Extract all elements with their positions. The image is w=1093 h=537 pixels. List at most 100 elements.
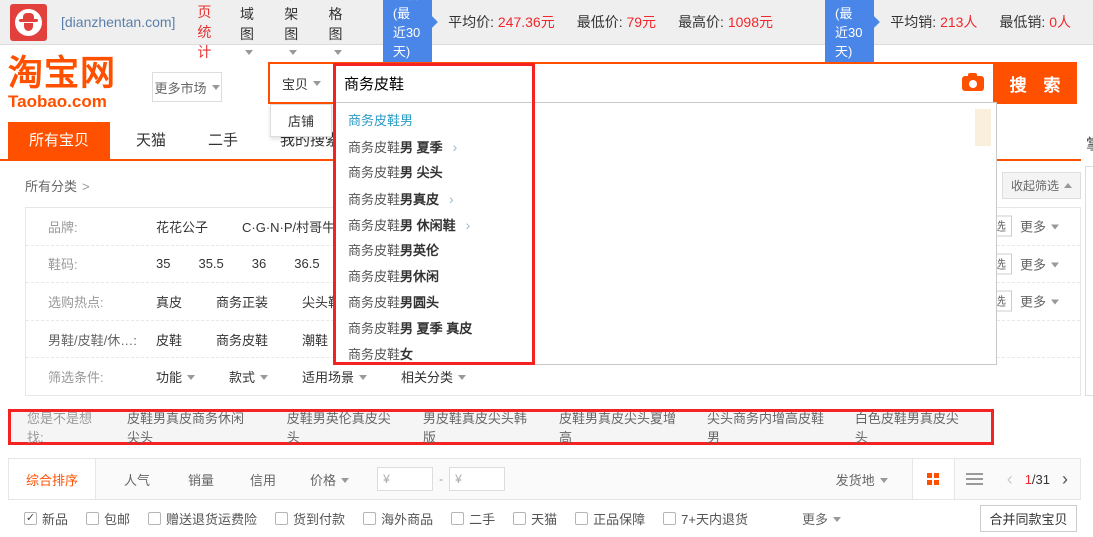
search-suggestion[interactable]: 商务皮鞋男英伦 xyxy=(336,238,996,264)
chevron-down-icon xyxy=(458,375,466,380)
filter-value[interactable]: 35.5 xyxy=(198,256,223,271)
region-chart-menu[interactable]: 区域图 xyxy=(240,0,258,60)
sidebar-partial-text: 掌 xyxy=(1086,133,1093,151)
chevron-right-icon: › xyxy=(453,139,458,155)
search-suggestion[interactable]: 商务皮鞋男 xyxy=(336,108,996,134)
next-page-button[interactable]: › xyxy=(1062,469,1068,490)
more-link[interactable]: 更多 xyxy=(1020,217,1059,236)
search-suggestions-dropdown: 商务皮鞋男 商务皮鞋男 夏季› 商务皮鞋男 尖头 商务皮鞋男真皮› 商务皮鞋男 … xyxy=(335,102,997,365)
checkbox-icon[interactable] xyxy=(148,512,161,525)
service-checkbox-secondhand[interactable]: 二手 xyxy=(451,509,495,528)
search-type-option-shop[interactable]: 店铺 xyxy=(270,104,332,137)
price-chart-menu[interactable]: 价格图 xyxy=(329,0,347,60)
filter-value[interactable]: 商务正装 xyxy=(216,292,268,311)
filter-value[interactable]: 36.5 xyxy=(294,256,319,271)
checkbox-icon[interactable] xyxy=(663,512,676,525)
page-stats-link[interactable]: 本页统计 xyxy=(197,0,216,62)
related-term[interactable]: 尖头商务内增高皮鞋男 xyxy=(707,408,825,446)
detective-icon xyxy=(15,9,42,36)
filter-value[interactable]: 商务皮鞋 xyxy=(216,330,268,349)
service-checkbox-tmall[interactable]: 天猫 xyxy=(513,509,557,528)
chevron-up-icon xyxy=(1064,183,1072,188)
prev-page-button[interactable]: ‹ xyxy=(1007,469,1013,490)
filter-dropdown[interactable]: 款式 xyxy=(229,367,268,386)
filter-value[interactable]: 真皮 xyxy=(156,292,182,311)
related-term[interactable]: 皮鞋男真皮商务休闲尖头 xyxy=(127,408,257,446)
search-button[interactable]: 搜 索 xyxy=(993,62,1077,104)
list-view-button[interactable] xyxy=(955,459,995,499)
service-checkbox-cod[interactable]: 货到付款 xyxy=(275,509,345,528)
search-suggestion[interactable]: 商务皮鞋男 夏季› xyxy=(336,134,996,160)
service-checkbox-return-insurance[interactable]: 赠送退货运费险 xyxy=(148,509,257,528)
merge-same-items-button[interactable]: 合并同款宝贝 xyxy=(980,505,1077,532)
max-price-stat: 最高价: 1098元 xyxy=(678,12,773,32)
more-link[interactable]: 更多 xyxy=(1020,254,1059,273)
search-suggestion[interactable]: 商务皮鞋男圆头 xyxy=(336,290,996,316)
related-term[interactable]: 皮鞋男真皮尖头夏增高 xyxy=(559,408,677,446)
page-indicator: 1/31 xyxy=(1025,472,1050,487)
services-more-dropdown[interactable]: 更多 xyxy=(802,509,841,528)
grid-icon xyxy=(927,473,939,485)
filter-value[interactable]: 皮鞋 xyxy=(156,330,182,349)
checkbox-icon[interactable] xyxy=(513,512,526,525)
service-checkbox-free-shipping[interactable]: 包邮 xyxy=(86,509,130,528)
search-type-select[interactable]: 宝贝 xyxy=(270,64,334,102)
chevron-right-icon: › xyxy=(449,191,454,207)
service-checkbox-authentic[interactable]: 正品保障 xyxy=(575,509,645,528)
min-sales-stat: 最低销: 0人 xyxy=(999,12,1071,32)
highlight-remnant xyxy=(975,109,991,146)
filter-dropdown[interactable]: 适用场景 xyxy=(302,367,367,386)
sort-comprehensive[interactable]: 综合排序 xyxy=(9,459,96,499)
search-suggestion[interactable]: 商务皮鞋男休闲 xyxy=(336,264,996,290)
price-max-input[interactable] xyxy=(449,467,505,491)
more-markets-button[interactable]: 更多市场 xyxy=(152,72,222,102)
checkbox-icon[interactable] xyxy=(363,512,376,525)
ship-from-dropdown[interactable]: 发货地 xyxy=(836,470,888,489)
tab-all-items[interactable]: 所有宝贝 xyxy=(8,122,110,160)
checkbox-icon[interactable] xyxy=(575,512,588,525)
sort-popularity[interactable]: 人气 xyxy=(124,470,150,489)
price-min-input[interactable] xyxy=(377,467,433,491)
range-separator: - xyxy=(439,472,443,486)
all-categories-link[interactable]: 所有分类> xyxy=(25,176,90,195)
filter-value[interactable]: 36 xyxy=(252,256,266,271)
search-input[interactable] xyxy=(334,64,953,102)
service-checkbox-new[interactable]: ✓新品 xyxy=(24,509,68,528)
filter-value[interactable]: 35 xyxy=(156,256,170,271)
chevron-down-icon xyxy=(1051,225,1059,230)
related-term[interactable]: 白色皮鞋男真皮尖头 xyxy=(855,408,961,446)
dianzhentan-logo-icon[interactable] xyxy=(10,4,47,41)
service-checkbox-overseas[interactable]: 海外商品 xyxy=(363,509,433,528)
filter-value[interactable]: 潮鞋 xyxy=(302,330,328,349)
sort-price[interactable]: 价格 xyxy=(310,470,349,489)
tab-tmall[interactable]: 天猫 xyxy=(136,122,166,160)
filter-dropdown[interactable]: 功能 xyxy=(156,367,195,386)
filter-dropdown[interactable]: 相关分类 xyxy=(401,367,466,386)
checkbox-icon[interactable] xyxy=(451,512,464,525)
sort-sales[interactable]: 销量 xyxy=(188,470,214,489)
more-link[interactable]: 更多 xyxy=(1020,292,1059,311)
service-checkbox-7day-return[interactable]: 7+天内退货 xyxy=(663,509,748,528)
collapse-filters-button[interactable]: 收起筛选 xyxy=(1002,172,1081,199)
grid-view-button[interactable] xyxy=(912,459,955,499)
search-suggestion[interactable]: 商务皮鞋男 夏季 真皮 xyxy=(336,316,996,342)
chevron-down-icon xyxy=(359,375,367,380)
search-suggestion[interactable]: 商务皮鞋男真皮› xyxy=(336,186,996,212)
delisting-chart-menu[interactable]: 下架图 xyxy=(284,0,302,60)
checkbox-icon[interactable] xyxy=(86,512,99,525)
search-suggestion[interactable]: 商务皮鞋男 尖头 xyxy=(336,160,996,186)
related-term[interactable]: 男皮鞋真皮尖头韩版 xyxy=(423,408,529,446)
checkbox-icon[interactable] xyxy=(275,512,288,525)
checkbox-checked-icon[interactable]: ✓ xyxy=(24,512,37,525)
taobao-logo[interactable]: 淘宝网 Taobao.com xyxy=(8,56,116,110)
filter-value[interactable]: 花花公子 xyxy=(156,217,208,236)
search-suggestion[interactable]: 商务皮鞋女 xyxy=(336,342,996,368)
chevron-down-icon xyxy=(212,85,220,90)
filter-value[interactable]: C·G·N·P/村哥牛皮 xyxy=(242,217,348,236)
related-term[interactable]: 皮鞋男英伦真皮尖头 xyxy=(287,408,393,446)
sort-credit[interactable]: 信用 xyxy=(250,470,276,489)
price-30d-badge: 价格(最近30天) xyxy=(383,0,432,65)
tab-secondhand[interactable]: 二手 xyxy=(208,122,238,160)
search-suggestion[interactable]: 商务皮鞋男 休闲鞋› xyxy=(336,212,996,238)
image-search-button[interactable] xyxy=(953,64,993,102)
